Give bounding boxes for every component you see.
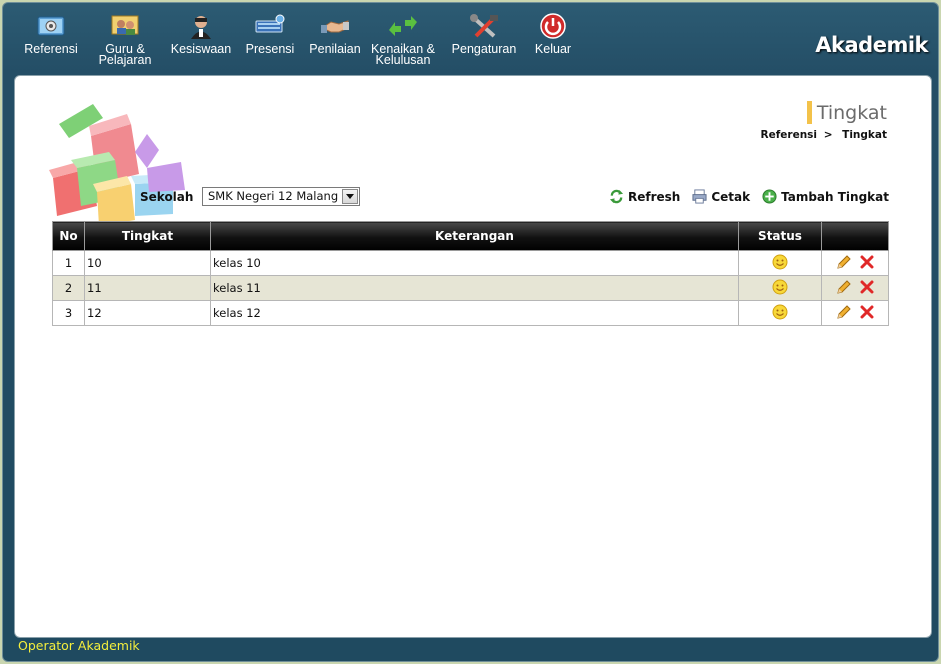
menu-label: Keluar bbox=[534, 42, 572, 56]
keyboard-icon bbox=[253, 11, 287, 41]
table-row: 1 10 kelas 10 bbox=[52, 250, 889, 276]
delete-cross-icon[interactable] bbox=[860, 305, 874, 319]
add-label: Tambah Tingkat bbox=[781, 189, 889, 204]
column-header-no: No bbox=[52, 221, 85, 251]
cell-tingkat: 12 bbox=[84, 300, 211, 326]
tingkat-table: No Tingkat Keterangan Status 1 10 kelas … bbox=[52, 221, 889, 326]
app-frame: Referensi Guru & Pelajaran Kesiswaan Pre… bbox=[2, 2, 939, 662]
print-button[interactable]: Cetak bbox=[692, 189, 750, 204]
school-label: Sekolah bbox=[140, 190, 194, 204]
heading-accent-bar bbox=[806, 101, 812, 124]
breadcrumb-item-current: Tingkat bbox=[842, 129, 887, 141]
page-title: Tingkat bbox=[816, 101, 887, 124]
menu-label: Penilaian bbox=[309, 42, 361, 56]
column-header-tingkat: Tingkat bbox=[84, 221, 211, 251]
cell-no: 2 bbox=[52, 275, 85, 301]
column-header-status: Status bbox=[738, 221, 822, 251]
table-header-row: No Tingkat Keterangan Status bbox=[52, 221, 889, 251]
main-menu: Referensi Guru & Pelajaran Kesiswaan Pre… bbox=[17, 11, 577, 73]
student-icon bbox=[184, 11, 218, 41]
print-icon bbox=[692, 189, 707, 204]
handshake-icon bbox=[318, 11, 352, 41]
table-row: 2 11 kelas 11 bbox=[52, 275, 889, 301]
menu-referensi[interactable]: Referensi bbox=[17, 11, 85, 73]
smiley-status-icon bbox=[772, 254, 788, 269]
menu-keluar[interactable]: Keluar bbox=[529, 11, 577, 73]
menu-label: Kesiswaan bbox=[170, 42, 232, 56]
cell-status bbox=[738, 250, 822, 276]
edit-pencil-icon[interactable] bbox=[836, 304, 852, 320]
menu-label: Presensi bbox=[245, 42, 295, 56]
cell-tingkat: 11 bbox=[84, 275, 211, 301]
cell-status bbox=[738, 300, 822, 326]
content-panel: Tingkat Referensi > Tingkat Sekolah SMK … bbox=[14, 75, 932, 638]
breadcrumb: Referensi > Tingkat bbox=[761, 129, 888, 141]
cell-keterangan: kelas 12 bbox=[210, 300, 739, 326]
toolbar: Refresh Cetak Tambah Tingkat bbox=[597, 189, 889, 204]
cell-keterangan: kelas 10 bbox=[210, 250, 739, 276]
tools-icon bbox=[467, 11, 501, 41]
refresh-label: Refresh bbox=[627, 189, 681, 204]
edit-pencil-icon[interactable] bbox=[836, 279, 852, 295]
cell-actions bbox=[821, 250, 889, 276]
refresh-icon bbox=[609, 189, 624, 204]
cell-actions bbox=[821, 300, 889, 326]
cubes-logo bbox=[49, 104, 185, 226]
delete-cross-icon[interactable] bbox=[860, 280, 874, 294]
page-heading: Tingkat bbox=[806, 101, 887, 124]
arrows-icon bbox=[386, 11, 420, 41]
teacher-icon bbox=[108, 11, 142, 41]
menu-kesiswaan[interactable]: Kesiswaan bbox=[165, 11, 237, 73]
edit-pencil-icon[interactable] bbox=[836, 254, 852, 270]
cell-no: 3 bbox=[52, 300, 85, 326]
menu-pengaturan[interactable]: Pengaturan bbox=[439, 11, 529, 73]
gear-icon bbox=[34, 11, 68, 41]
print-label: Cetak bbox=[711, 189, 751, 204]
cell-actions bbox=[821, 275, 889, 301]
school-select-value: SMK Negeri 12 Malang bbox=[208, 189, 339, 203]
chevron-down-icon[interactable] bbox=[342, 189, 358, 204]
smiley-status-icon bbox=[772, 279, 788, 294]
breadcrumb-separator: > bbox=[823, 129, 833, 141]
column-header-keterangan: Keterangan bbox=[210, 221, 739, 251]
menu-label: Referensi bbox=[24, 42, 78, 56]
cell-keterangan: kelas 11 bbox=[210, 275, 739, 301]
cell-no: 1 bbox=[52, 250, 85, 276]
school-select[interactable]: SMK Negeri 12 Malang bbox=[202, 187, 360, 206]
menu-penilaian[interactable]: Penilaian bbox=[303, 11, 367, 73]
menu-presensi[interactable]: Presensi bbox=[237, 11, 303, 73]
menu-label: Guru & Pelajaran bbox=[98, 42, 152, 67]
add-icon bbox=[762, 189, 777, 204]
refresh-button[interactable]: Refresh bbox=[609, 189, 680, 204]
breadcrumb-item-referensi[interactable]: Referensi bbox=[761, 129, 818, 141]
menu-kenaikan-kelulusan[interactable]: Kenaikan & Kelulusan bbox=[367, 11, 439, 73]
table-row: 3 12 kelas 12 bbox=[52, 300, 889, 326]
cell-tingkat: 10 bbox=[84, 250, 211, 276]
add-tingkat-button[interactable]: Tambah Tingkat bbox=[762, 189, 889, 204]
power-icon bbox=[536, 11, 570, 41]
column-header-actions bbox=[821, 221, 889, 251]
smiley-status-icon bbox=[772, 304, 788, 319]
cell-status bbox=[738, 275, 822, 301]
status-bar-user: Operator Akademik bbox=[18, 638, 140, 653]
delete-cross-icon[interactable] bbox=[860, 255, 874, 269]
app-brand: Akademik bbox=[815, 33, 928, 57]
menu-guru-pelajaran[interactable]: Guru & Pelajaran bbox=[85, 11, 165, 73]
menu-label: Pengaturan bbox=[451, 42, 517, 56]
menu-label: Kenaikan & Kelulusan bbox=[371, 42, 435, 67]
